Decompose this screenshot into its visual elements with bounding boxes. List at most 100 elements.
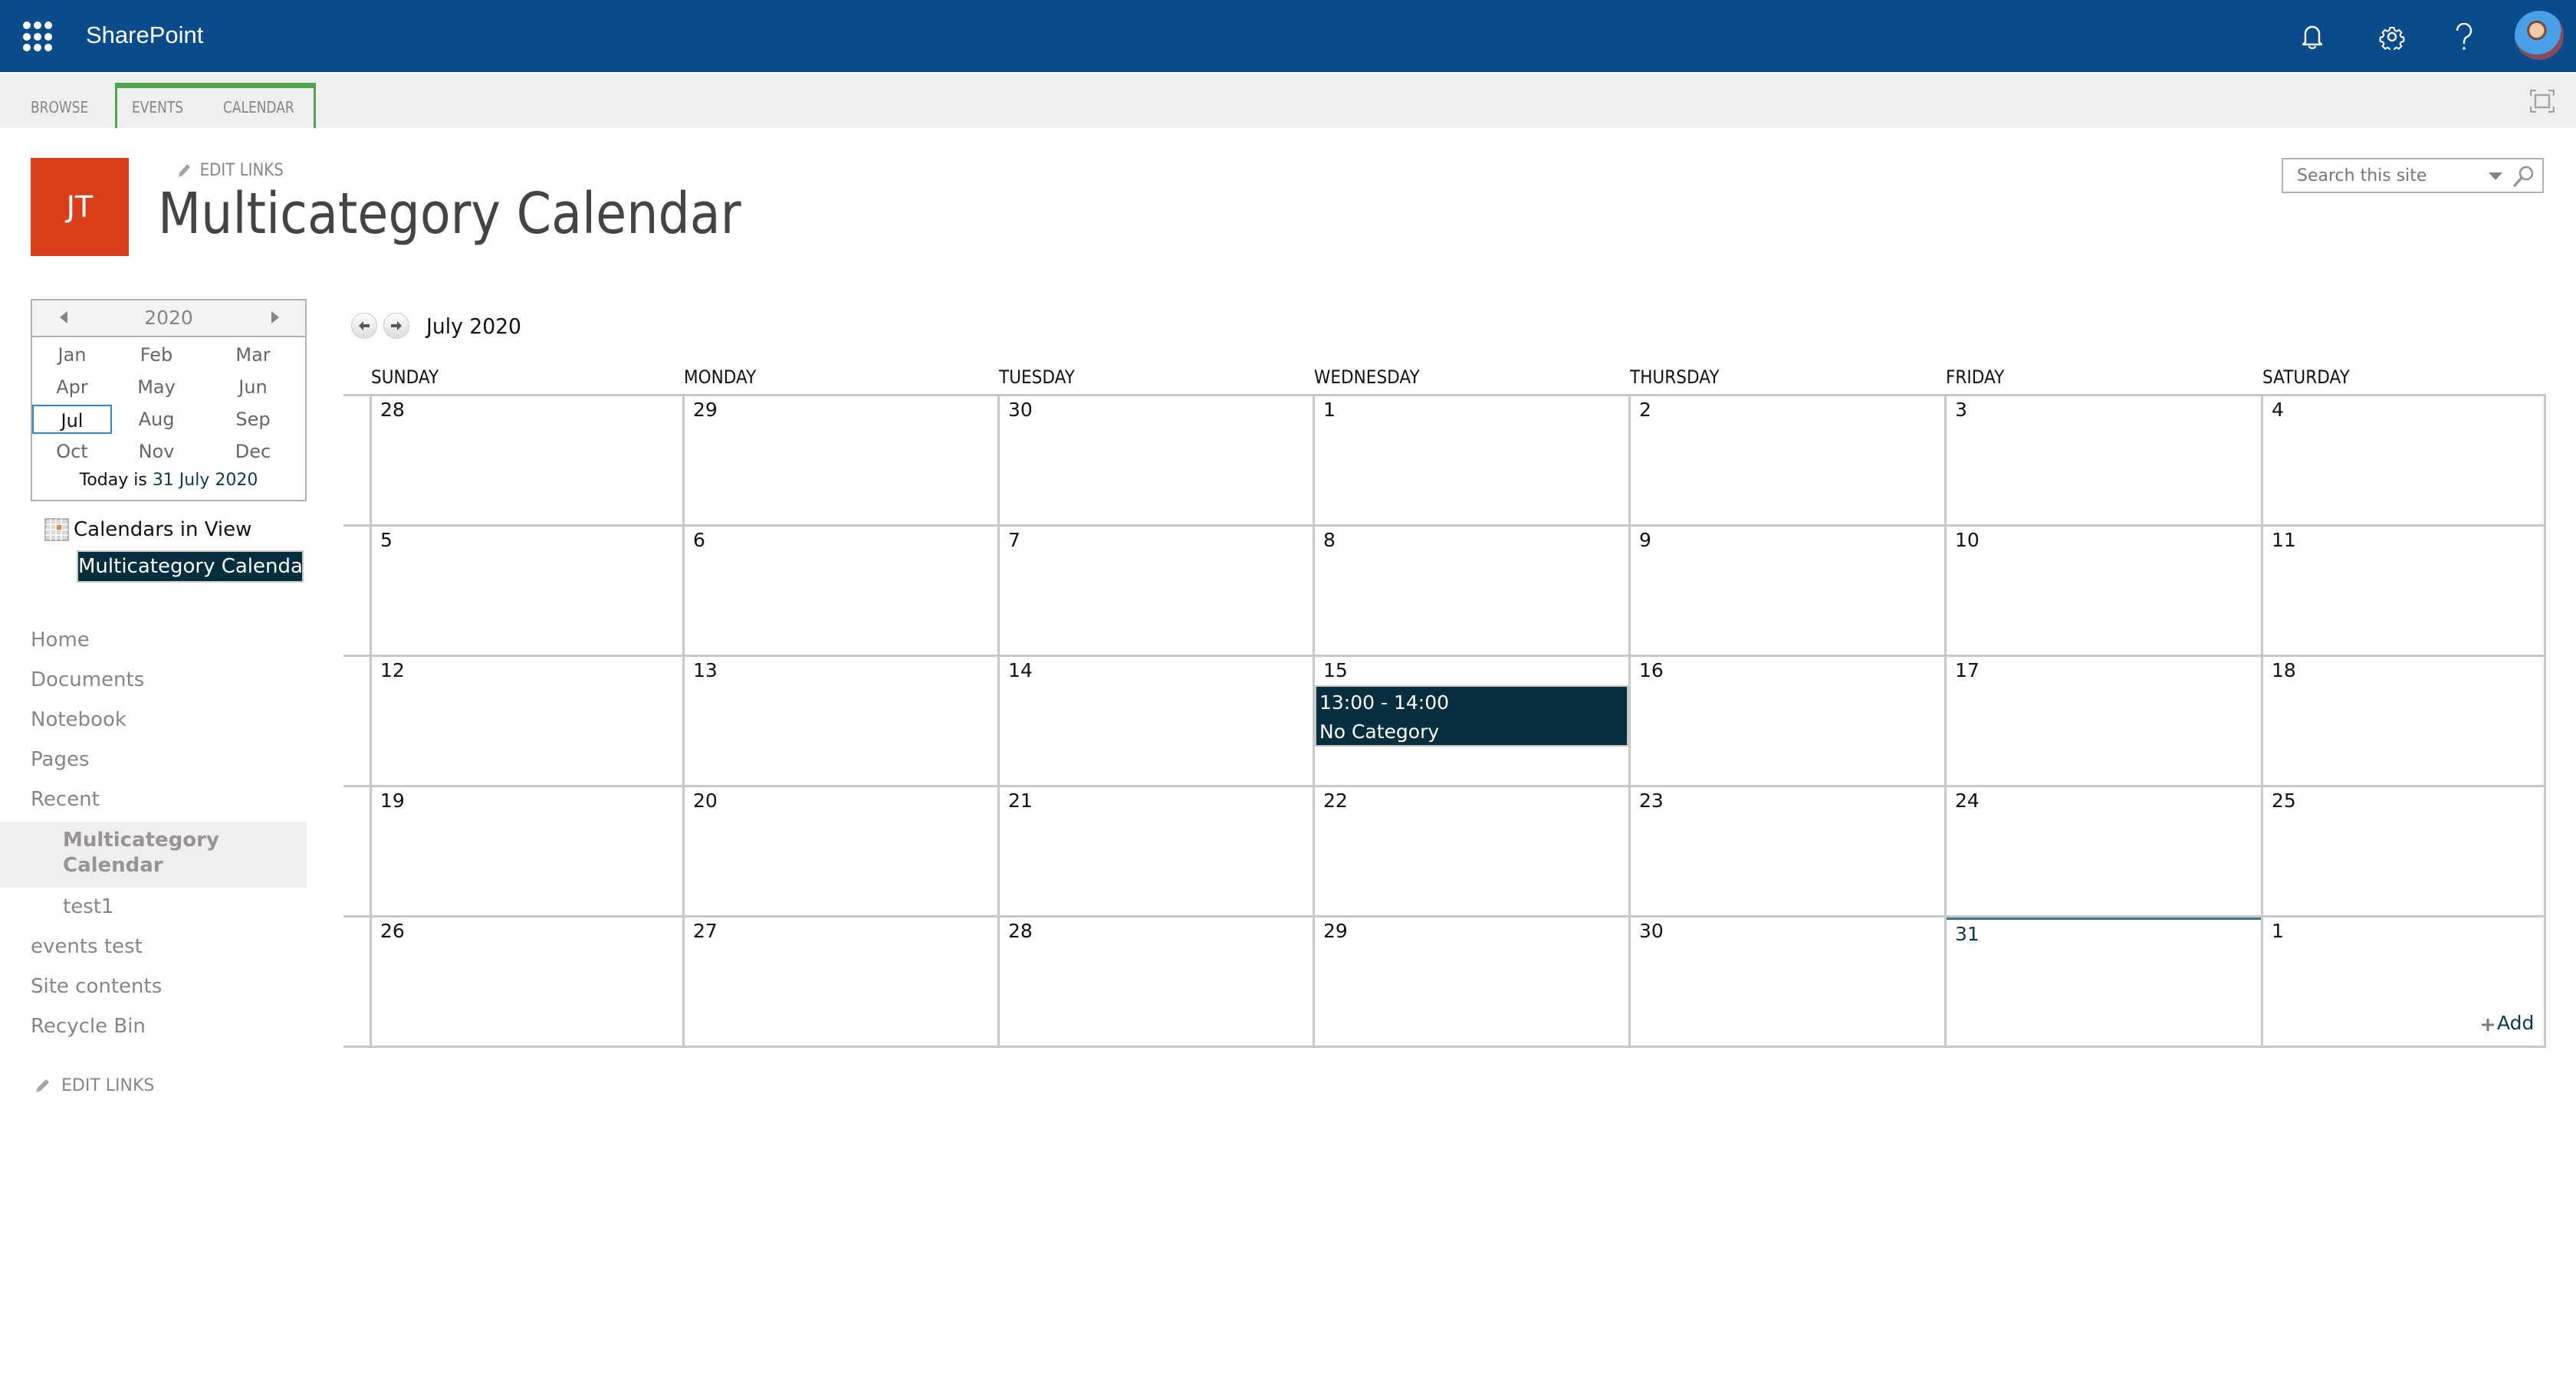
calendar-event[interactable]: 13:00 - 14:00 No Category <box>1315 685 1628 747</box>
nav-item-recycle-bin[interactable]: Recycle Bin <box>31 1015 146 1038</box>
day-cell[interactable] <box>1315 527 1628 655</box>
day-cell[interactable] <box>1000 657 1313 785</box>
day-cell[interactable] <box>372 918 682 1046</box>
day-cell[interactable] <box>685 918 997 1046</box>
previous-month-button[interactable] <box>351 313 377 339</box>
day-cell[interactable] <box>372 527 682 655</box>
week-selector[interactable] <box>343 657 370 785</box>
day-cell[interactable] <box>1947 527 2261 655</box>
day-cell[interactable] <box>1947 657 2261 785</box>
day-number[interactable]: 5 <box>380 529 393 551</box>
day-cell[interactable] <box>1315 787 1628 915</box>
search-scope-dropdown-icon[interactable] <box>2487 170 2504 182</box>
search-icon[interactable] <box>2512 164 2536 189</box>
day-number[interactable]: 1 <box>1323 399 1336 421</box>
month-jul[interactable]: Jul <box>32 405 112 434</box>
today-date-link[interactable]: 31 July 2020 <box>153 471 258 490</box>
day-number[interactable]: 12 <box>380 659 405 681</box>
day-cell[interactable] <box>1000 918 1313 1046</box>
day-number[interactable]: 17 <box>1955 659 1980 681</box>
help-icon[interactable] <box>2444 17 2484 57</box>
day-cell[interactable] <box>685 787 997 915</box>
week-selector[interactable] <box>343 787 370 915</box>
day-cell[interactable] <box>372 396 682 524</box>
day-number[interactable]: 9 <box>1639 529 1651 551</box>
day-number[interactable]: 10 <box>1955 529 1980 551</box>
day-number[interactable]: 29 <box>1323 920 1348 942</box>
month-aug[interactable]: Aug <box>117 405 196 434</box>
day-number[interactable]: 1 <box>2272 920 2284 942</box>
day-cell[interactable] <box>1631 918 1944 1046</box>
nav-item-recent[interactable]: Recent <box>31 788 100 811</box>
avatar[interactable] <box>2515 11 2564 60</box>
day-cell[interactable] <box>1631 527 1944 655</box>
edit-links-bottom[interactable]: EDIT LINKS <box>34 1076 154 1095</box>
day-cell[interactable] <box>1315 918 1628 1046</box>
month-apr[interactable]: Apr <box>32 373 112 402</box>
month-feb[interactable]: Feb <box>117 340 196 369</box>
search-input[interactable] <box>2283 159 2481 192</box>
month-sep[interactable]: Sep <box>213 405 293 434</box>
day-number[interactable]: 27 <box>693 920 718 942</box>
focus-mode-icon[interactable] <box>2529 89 2555 113</box>
day-number[interactable]: 29 <box>693 399 718 421</box>
day-number[interactable]: 28 <box>1008 920 1033 942</box>
day-number[interactable]: 8 <box>1323 529 1336 551</box>
day-cell[interactable] <box>1947 918 2261 1046</box>
month-jan[interactable]: Jan <box>32 340 112 369</box>
month-dec[interactable]: Dec <box>213 437 293 466</box>
day-cell[interactable] <box>685 527 997 655</box>
calendar-in-view-item[interactable]: Multicategory Calendar <box>77 550 311 583</box>
day-cell[interactable] <box>1315 396 1628 524</box>
day-cell[interactable] <box>1947 787 2261 915</box>
week-selector[interactable] <box>343 918 370 1046</box>
day-number[interactable]: 19 <box>380 790 405 812</box>
day-number[interactable]: 30 <box>1639 920 1664 942</box>
week-selector[interactable] <box>343 527 370 655</box>
day-cell[interactable] <box>2263 657 2544 785</box>
app-name[interactable]: SharePoint <box>86 17 203 54</box>
nav-item-multicategory-calendar[interactable]: Multicategory Calendar <box>63 828 224 878</box>
day-cell[interactable] <box>1631 396 1944 524</box>
add-event-link[interactable]: Add <box>2480 1012 2534 1034</box>
day-cell[interactable] <box>2263 396 2544 524</box>
day-cell[interactable] <box>372 787 682 915</box>
app-launcher-icon[interactable] <box>23 21 54 52</box>
day-number[interactable]: 28 <box>380 399 405 421</box>
next-year-arrow-icon[interactable] <box>271 311 279 323</box>
tab-browse[interactable]: BROWSE <box>31 74 88 128</box>
month-mar[interactable]: Mar <box>213 340 293 369</box>
nav-item-home[interactable]: Home <box>31 629 90 652</box>
day-cell[interactable] <box>1631 657 1944 785</box>
day-cell[interactable] <box>685 396 997 524</box>
nav-item-events-test[interactable]: events test <box>31 935 143 958</box>
previous-year-arrow-icon[interactable] <box>60 311 67 323</box>
day-number[interactable]: 30 <box>1008 399 1033 421</box>
nav-item-test1[interactable]: test1 <box>63 895 113 918</box>
day-number[interactable]: 15 <box>1323 659 1348 681</box>
day-number[interactable]: 4 <box>2272 399 2284 421</box>
site-logo[interactable]: JT <box>31 158 129 256</box>
day-number[interactable]: 3 <box>1955 399 1967 421</box>
day-number[interactable]: 24 <box>1955 790 1980 812</box>
month-may[interactable]: May <box>117 373 196 402</box>
day-cell[interactable] <box>2263 787 2544 915</box>
month-jun[interactable]: Jun <box>213 373 293 402</box>
month-nov[interactable]: Nov <box>117 437 196 466</box>
nav-item-notebook[interactable]: Notebook <box>31 708 127 731</box>
day-cell[interactable] <box>372 657 682 785</box>
day-number[interactable]: 26 <box>380 920 405 942</box>
nav-item-documents[interactable]: Documents <box>31 668 144 691</box>
nav-item-site-contents[interactable]: Site contents <box>31 975 162 998</box>
day-number[interactable]: 25 <box>2272 790 2296 812</box>
week-selector[interactable] <box>343 396 370 524</box>
day-number[interactable]: 21 <box>1008 790 1033 812</box>
day-number[interactable]: 16 <box>1639 659 1664 681</box>
day-cell[interactable] <box>685 657 997 785</box>
day-number[interactable]: 22 <box>1323 790 1348 812</box>
gear-icon[interactable] <box>2372 17 2412 57</box>
next-month-button[interactable] <box>383 313 409 339</box>
month-oct[interactable]: Oct <box>32 437 112 466</box>
bell-icon[interactable] <box>2292 17 2332 57</box>
day-number[interactable]: 14 <box>1008 659 1033 681</box>
